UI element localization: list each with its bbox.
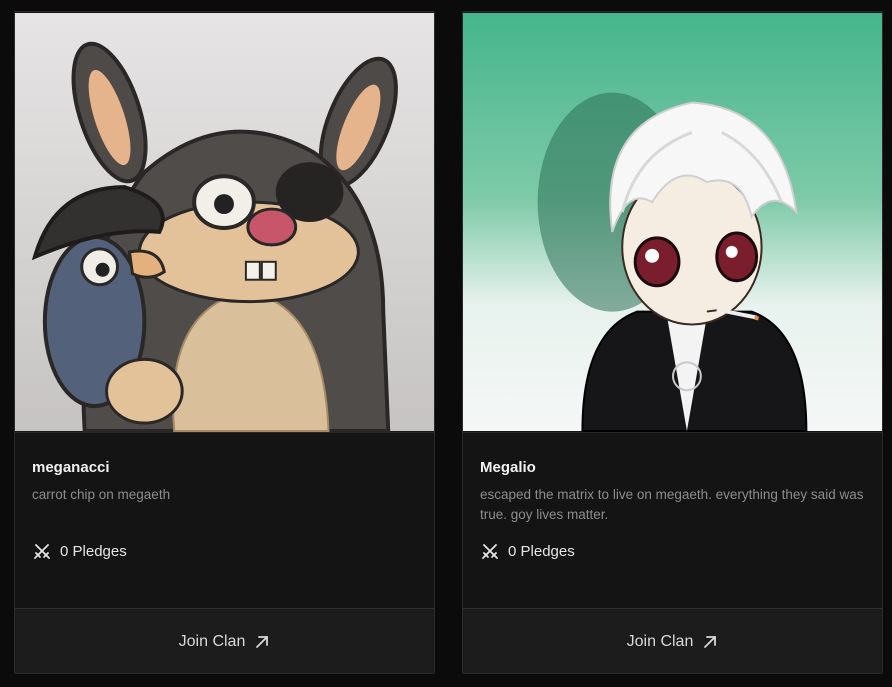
clan-description: escaped the matrix to live on megaeth. e… xyxy=(480,487,864,522)
clan-avatar-image xyxy=(15,12,434,432)
pledges-label: 0 Pledges xyxy=(508,542,575,560)
card-body: meganacci carrot chip on megaeth 0 Pledg… xyxy=(15,432,434,608)
clan-grid: meganacci carrot chip on megaeth 0 Pledg… xyxy=(0,0,892,687)
crossed-swords-icon xyxy=(32,541,52,561)
pledges-count: 0 Pledges xyxy=(32,541,127,561)
join-clan-label: Join Clan xyxy=(626,633,694,650)
clan-card-megalio[interactable]: Megalio escaped the matrix to live on me… xyxy=(462,11,883,674)
arrow-up-right-icon xyxy=(702,634,718,650)
card-body: Megalio escaped the matrix to live on me… xyxy=(463,432,882,608)
clan-avatar-image xyxy=(463,12,882,432)
join-clan-label: Join Clan xyxy=(178,633,246,650)
clan-description: carrot chip on megaeth xyxy=(32,487,171,502)
pledges-label: 0 Pledges xyxy=(60,542,127,560)
rabbit-pirate-avatar xyxy=(15,12,434,432)
clan-card-meganacci[interactable]: meganacci carrot chip on megaeth 0 Pledg… xyxy=(14,11,435,674)
arrow-up-right-icon xyxy=(254,634,270,650)
clan-name: meganacci xyxy=(32,459,110,476)
anime-character-avatar xyxy=(463,12,882,432)
clan-name: Megalio xyxy=(480,459,536,476)
join-clan-button[interactable]: Join Clan xyxy=(15,608,434,673)
pledges-count: 0 Pledges xyxy=(480,541,575,561)
join-clan-button[interactable]: Join Clan xyxy=(463,608,882,673)
crossed-swords-icon xyxy=(480,541,500,561)
